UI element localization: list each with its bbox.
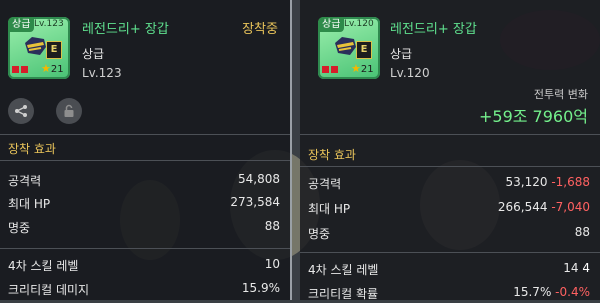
stat-diff: -7,040 (551, 200, 590, 214)
divider (0, 160, 290, 161)
stat-label: 4차 스킬 레벨 (308, 263, 379, 277)
item-grade: 상급 (82, 47, 105, 61)
item-name: 레전드리+ 장갑 (390, 22, 477, 37)
stat-label: 4차 스킬 레벨 (8, 259, 79, 273)
potential-slot-icon (12, 66, 19, 73)
item-grade: 상급 (390, 47, 413, 61)
stat-label: 공격력 (8, 174, 42, 188)
star-force: ★21 (41, 62, 64, 75)
stat-row: 공격력 54,808 (8, 172, 280, 190)
stat-diff: 4 (582, 261, 590, 275)
compare-item-panel: 상급 Lv.120 E ★21 레전드리+ 장갑 상급 Lv.120 전투력 변… (300, 0, 600, 303)
grade-tag: 상급 (8, 17, 35, 32)
stat-label: 명중 (308, 227, 331, 241)
stat-row: 명중 88 (8, 219, 280, 237)
equipped-item-panel: 상급 Lv.123 E ★21 레전드리+ 장갑 장착중 상급 Lv.123 장… (0, 0, 292, 300)
item-icon-frame: 상급 Lv.123 E ★21 (8, 17, 70, 79)
potential-slot-icon (331, 66, 338, 73)
stat-diff: -1,688 (551, 175, 590, 189)
star-count: 21 (360, 64, 374, 75)
lock-button[interactable] (56, 98, 82, 124)
stat-row: 4차 스킬 레벨 14 4 (308, 261, 590, 279)
section-title: 장착 효과 (308, 148, 356, 162)
stat-value: 88 (264, 219, 280, 233)
stat-row: 공격력 53,120 -1,688 (308, 175, 590, 193)
stat-value: 273,584 (230, 195, 280, 209)
stat-label: 크리티컬 데미지 (8, 283, 90, 297)
level-tag: Lv.123 (34, 19, 64, 29)
equipped-label: 장착중 (242, 22, 278, 37)
divider (300, 252, 600, 253)
stat-row: 4차 스킬 레벨 10 (8, 257, 280, 275)
item-header: 상급 Lv.120 E ★21 레전드리+ 장갑 상급 Lv.120 (300, 0, 600, 90)
stat-value: 15.9% (241, 281, 280, 295)
share-icon (15, 105, 27, 117)
power-change-value: +59조 7960억 (478, 107, 588, 126)
stat-value-group: 266,544 -7,040 (498, 200, 590, 214)
star-force: ★21 (351, 62, 374, 75)
potential-slot-icon (21, 66, 28, 73)
star-icon: ★ (351, 62, 361, 75)
stat-row: 명중 88 (308, 225, 590, 243)
stat-value-group: 53,120 -1,688 (505, 175, 590, 189)
e-badge: E (46, 41, 62, 59)
unlock-icon (64, 104, 74, 117)
star-icon: ★ (41, 62, 51, 75)
stat-value: 53,120 (505, 175, 548, 189)
stat-value: 54,808 (238, 172, 280, 186)
divider (300, 166, 600, 167)
stat-row: 크리티컬 확률 15.7% -0.4% (308, 285, 590, 303)
stat-value: 88 (574, 225, 590, 239)
stat-value: 266,544 (497, 200, 548, 214)
item-header: 상급 Lv.123 E ★21 레전드리+ 장갑 장착중 상급 Lv.123 (0, 0, 290, 90)
item-level: Lv.123 (82, 66, 122, 80)
share-button[interactable] (8, 98, 34, 124)
stat-label: 크리티컬 확률 (308, 287, 379, 301)
power-change-label: 전투력 변화 (533, 88, 588, 101)
glove-icon (25, 37, 46, 55)
item-name: 레전드리+ 장갑 (82, 22, 169, 37)
stat-value: 14 (563, 261, 579, 275)
star-count: 21 (50, 64, 64, 75)
stat-value-group: 14 4 (563, 261, 590, 275)
stat-label: 공격력 (308, 177, 342, 191)
stat-row: 크리티컬 데미지 15.9% (8, 281, 280, 299)
stat-row: 최대 HP 266,544 -7,040 (308, 200, 590, 218)
divider (0, 134, 290, 135)
stat-value: 10 (264, 257, 280, 271)
stat-label: 명중 (8, 221, 31, 235)
stat-row: 최대 HP 273,584 (8, 195, 280, 213)
level-tag: Lv.120 (344, 19, 374, 29)
e-badge: E (356, 41, 372, 59)
stat-label: 최대 HP (308, 202, 351, 216)
divider (0, 248, 290, 249)
item-level: Lv.120 (390, 66, 430, 80)
stat-label: 최대 HP (8, 197, 51, 211)
stat-diff: -0.4% (555, 285, 590, 299)
potential-slot-icon (322, 66, 329, 73)
grade-tag: 상급 (318, 17, 345, 32)
item-icon-frame: 상급 Lv.120 E ★21 (318, 17, 380, 79)
stat-value-group: 15.7% -0.4% (513, 285, 590, 299)
stat-value: 15.7% (513, 285, 552, 299)
divider (300, 134, 600, 135)
glove-icon (335, 37, 356, 55)
section-title: 장착 효과 (8, 142, 56, 156)
